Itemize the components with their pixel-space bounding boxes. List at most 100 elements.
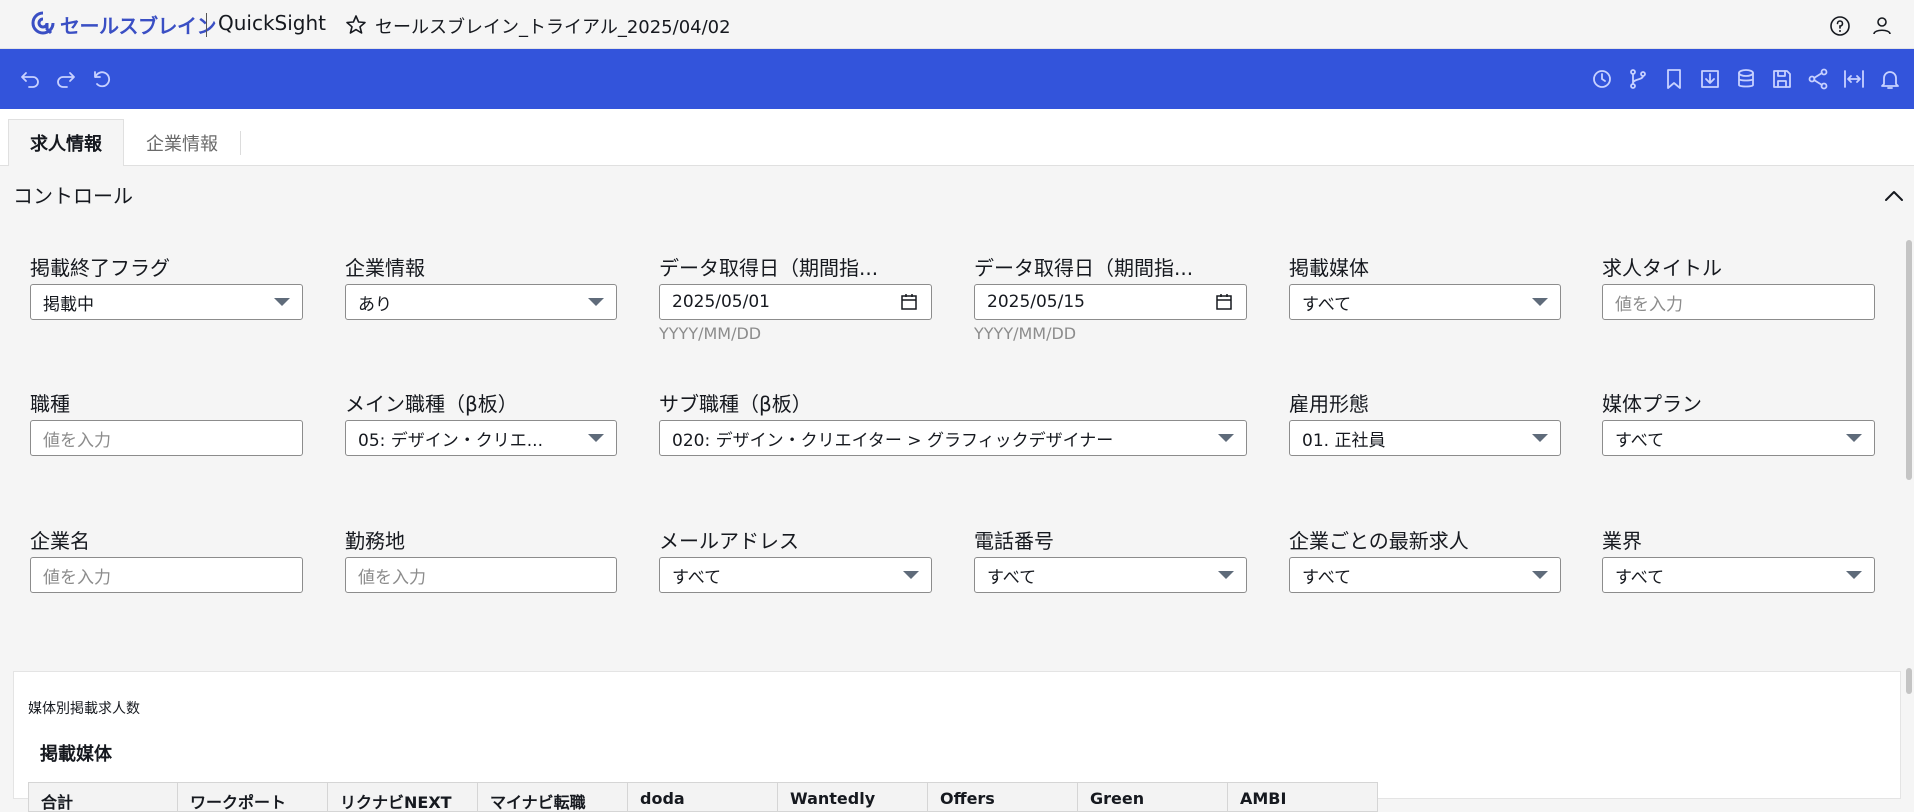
control-work-location: 勤務地 値を入力 (345, 527, 617, 593)
control-label: データ取得日（期間指... (974, 256, 1194, 280)
pivot-visual[interactable]: 媒体別掲載求人数 掲載媒体 合計 ワークポート リクナビNEXT マイナビ転職 … (13, 671, 1901, 812)
controls-scrollbar[interactable] (1906, 240, 1912, 480)
field-title: 掲載媒体 (40, 744, 112, 765)
main-job-type-dropdown[interactable]: 05: デザイン・クリエ... (345, 420, 617, 456)
control-job-type: 職種 値を入力 (30, 390, 303, 456)
sheet-scrollbar[interactable] (1906, 668, 1912, 694)
dropdown-value: すべて (1615, 430, 1665, 451)
company-name-input[interactable]: 値を入力 (30, 557, 303, 593)
date-value: 2025/05/15 (987, 292, 1085, 312)
table-header-cell[interactable]: 合計 (28, 782, 178, 812)
input-placeholder: 値を入力 (1615, 294, 1683, 315)
table-header-cell[interactable]: マイナビ転職 (478, 782, 628, 812)
branch-icon[interactable] (1624, 65, 1652, 93)
caret-down-icon (903, 571, 919, 579)
chevron-up-icon[interactable] (1882, 184, 1906, 208)
visual-title: 媒体別掲載求人数 (28, 701, 140, 717)
control-job-title: 求人タイトル 値を入力 (1602, 254, 1875, 320)
controls-section: コントロール 掲載終了フラグ 掲載中 企業情報 あり データ取得日（期間指...… (0, 166, 1914, 660)
caret-down-icon (274, 298, 290, 306)
dropdown-value: 掲載中 (43, 294, 94, 315)
control-latest-job: 企業ごとの最新求人 すべて (1289, 527, 1561, 593)
table-header-cell[interactable]: ワークポート (178, 782, 328, 812)
date-end-field[interactable]: 2025/05/15 (974, 284, 1247, 320)
date-format-hint: YYYY/MM/DD (659, 324, 762, 343)
sheet-tabs: 求人情報 企業情報 (0, 109, 1914, 166)
control-label: 掲載媒体 (1289, 256, 1369, 280)
company-info-dropdown[interactable]: あり (345, 284, 617, 320)
dropdown-value: あり (358, 294, 392, 315)
control-label: 勤務地 (345, 529, 405, 553)
dropdown-value: すべて (1615, 567, 1665, 588)
caret-down-icon (1532, 434, 1548, 442)
table-header-cell[interactable]: AMBI (1228, 782, 1378, 812)
control-label: 電話番号 (974, 529, 1054, 553)
industry-dropdown[interactable]: すべて (1602, 557, 1875, 593)
table-header-cell[interactable]: doda (628, 782, 778, 812)
date-value: 2025/05/01 (672, 292, 770, 312)
analysis-toolbar (0, 49, 1914, 109)
control-label: 媒体プラン (1602, 392, 1702, 416)
control-phone: 電話番号 すべて (974, 527, 1247, 593)
job-title-input[interactable]: 値を入力 (1602, 284, 1875, 320)
work-location-input[interactable]: 値を入力 (345, 557, 617, 593)
control-company-name: 企業名 値を入力 (30, 527, 303, 593)
control-industry: 業界 すべて (1602, 527, 1875, 593)
caret-down-icon (1846, 434, 1862, 442)
control-label: データ取得日（期間指... (659, 256, 879, 280)
table-header-cell[interactable]: Offers (928, 782, 1078, 812)
employment-type-dropdown[interactable]: 01. 正社員 (1289, 420, 1561, 456)
control-main-job-type: メイン職種（β板） 05: デザイン・クリエ... (345, 390, 617, 456)
dataset-icon[interactable] (1732, 65, 1760, 93)
control-employment-type: 雇用形態 01. 正社員 (1289, 390, 1561, 456)
top-bar: セールスブレイン QuickSight セールスブレイン_トライアル_2025/… (0, 0, 1914, 49)
dropdown-value: すべて (672, 567, 722, 588)
save-icon[interactable] (1768, 65, 1796, 93)
tab-divider (240, 131, 241, 155)
tab-company-info[interactable]: 企業情報 (124, 119, 240, 166)
brand-logo[interactable]: セールスブレイン (28, 10, 217, 38)
date-start-field[interactable]: 2025/05/01 (659, 284, 932, 320)
tab-job-info[interactable]: 求人情報 (8, 119, 124, 166)
user-icon[interactable] (1870, 14, 1894, 38)
control-label: メールアドレス (659, 529, 799, 553)
table-header-cell[interactable]: リクナビNEXT (328, 782, 478, 812)
control-label: 雇用形態 (1289, 392, 1369, 416)
control-data-date-end: データ取得日（期間指... 2025/05/15 YYYY/MM/DD (974, 254, 1247, 343)
clock-icon[interactable] (1588, 65, 1616, 93)
table-header-cell[interactable]: Green (1078, 782, 1228, 812)
media-dropdown[interactable]: すべて (1289, 284, 1561, 320)
control-company-info: 企業情報 あり (345, 254, 617, 320)
table-header-cell[interactable]: Wantedly (778, 782, 928, 812)
latest-job-dropdown[interactable]: すべて (1289, 557, 1561, 593)
redo-icon[interactable] (52, 65, 80, 93)
bookmark-icon[interactable] (1660, 65, 1688, 93)
export-icon[interactable] (1696, 65, 1724, 93)
fit-width-icon[interactable] (1840, 65, 1868, 93)
undo-icon[interactable] (16, 65, 44, 93)
email-dropdown[interactable]: すべて (659, 557, 932, 593)
dropdown-value: 020: デザイン・クリエイター > グラフィックデザイナー (672, 430, 1114, 451)
reset-icon[interactable] (88, 65, 116, 93)
help-icon[interactable] (1828, 14, 1852, 38)
job-type-input[interactable]: 値を入力 (30, 420, 303, 456)
caret-down-icon (588, 434, 604, 442)
control-label: 掲載終了フラグ (30, 256, 170, 280)
media-plan-dropdown[interactable]: すべて (1602, 420, 1875, 456)
control-label: 業界 (1602, 529, 1642, 553)
listing-end-flag-dropdown[interactable]: 掲載中 (30, 284, 303, 320)
share-icon[interactable] (1804, 65, 1832, 93)
caret-down-icon (1218, 434, 1234, 442)
analysis-title: セールスブレイン_トライアル_2025/04/02 (375, 17, 731, 38)
dropdown-value: すべて (1302, 294, 1352, 315)
brand-name: セールスブレイン (60, 13, 217, 38)
calendar-icon[interactable] (1214, 292, 1234, 312)
brand-divider (206, 13, 207, 37)
brand-logo-icon (31, 11, 55, 35)
calendar-icon[interactable] (899, 292, 919, 312)
bell-icon[interactable] (1876, 65, 1904, 93)
control-label: 企業ごとの最新求人 (1289, 529, 1469, 553)
sub-job-type-dropdown[interactable]: 020: デザイン・クリエイター > グラフィックデザイナー (659, 420, 1247, 456)
star-icon[interactable] (344, 13, 368, 37)
phone-dropdown[interactable]: すべて (974, 557, 1247, 593)
